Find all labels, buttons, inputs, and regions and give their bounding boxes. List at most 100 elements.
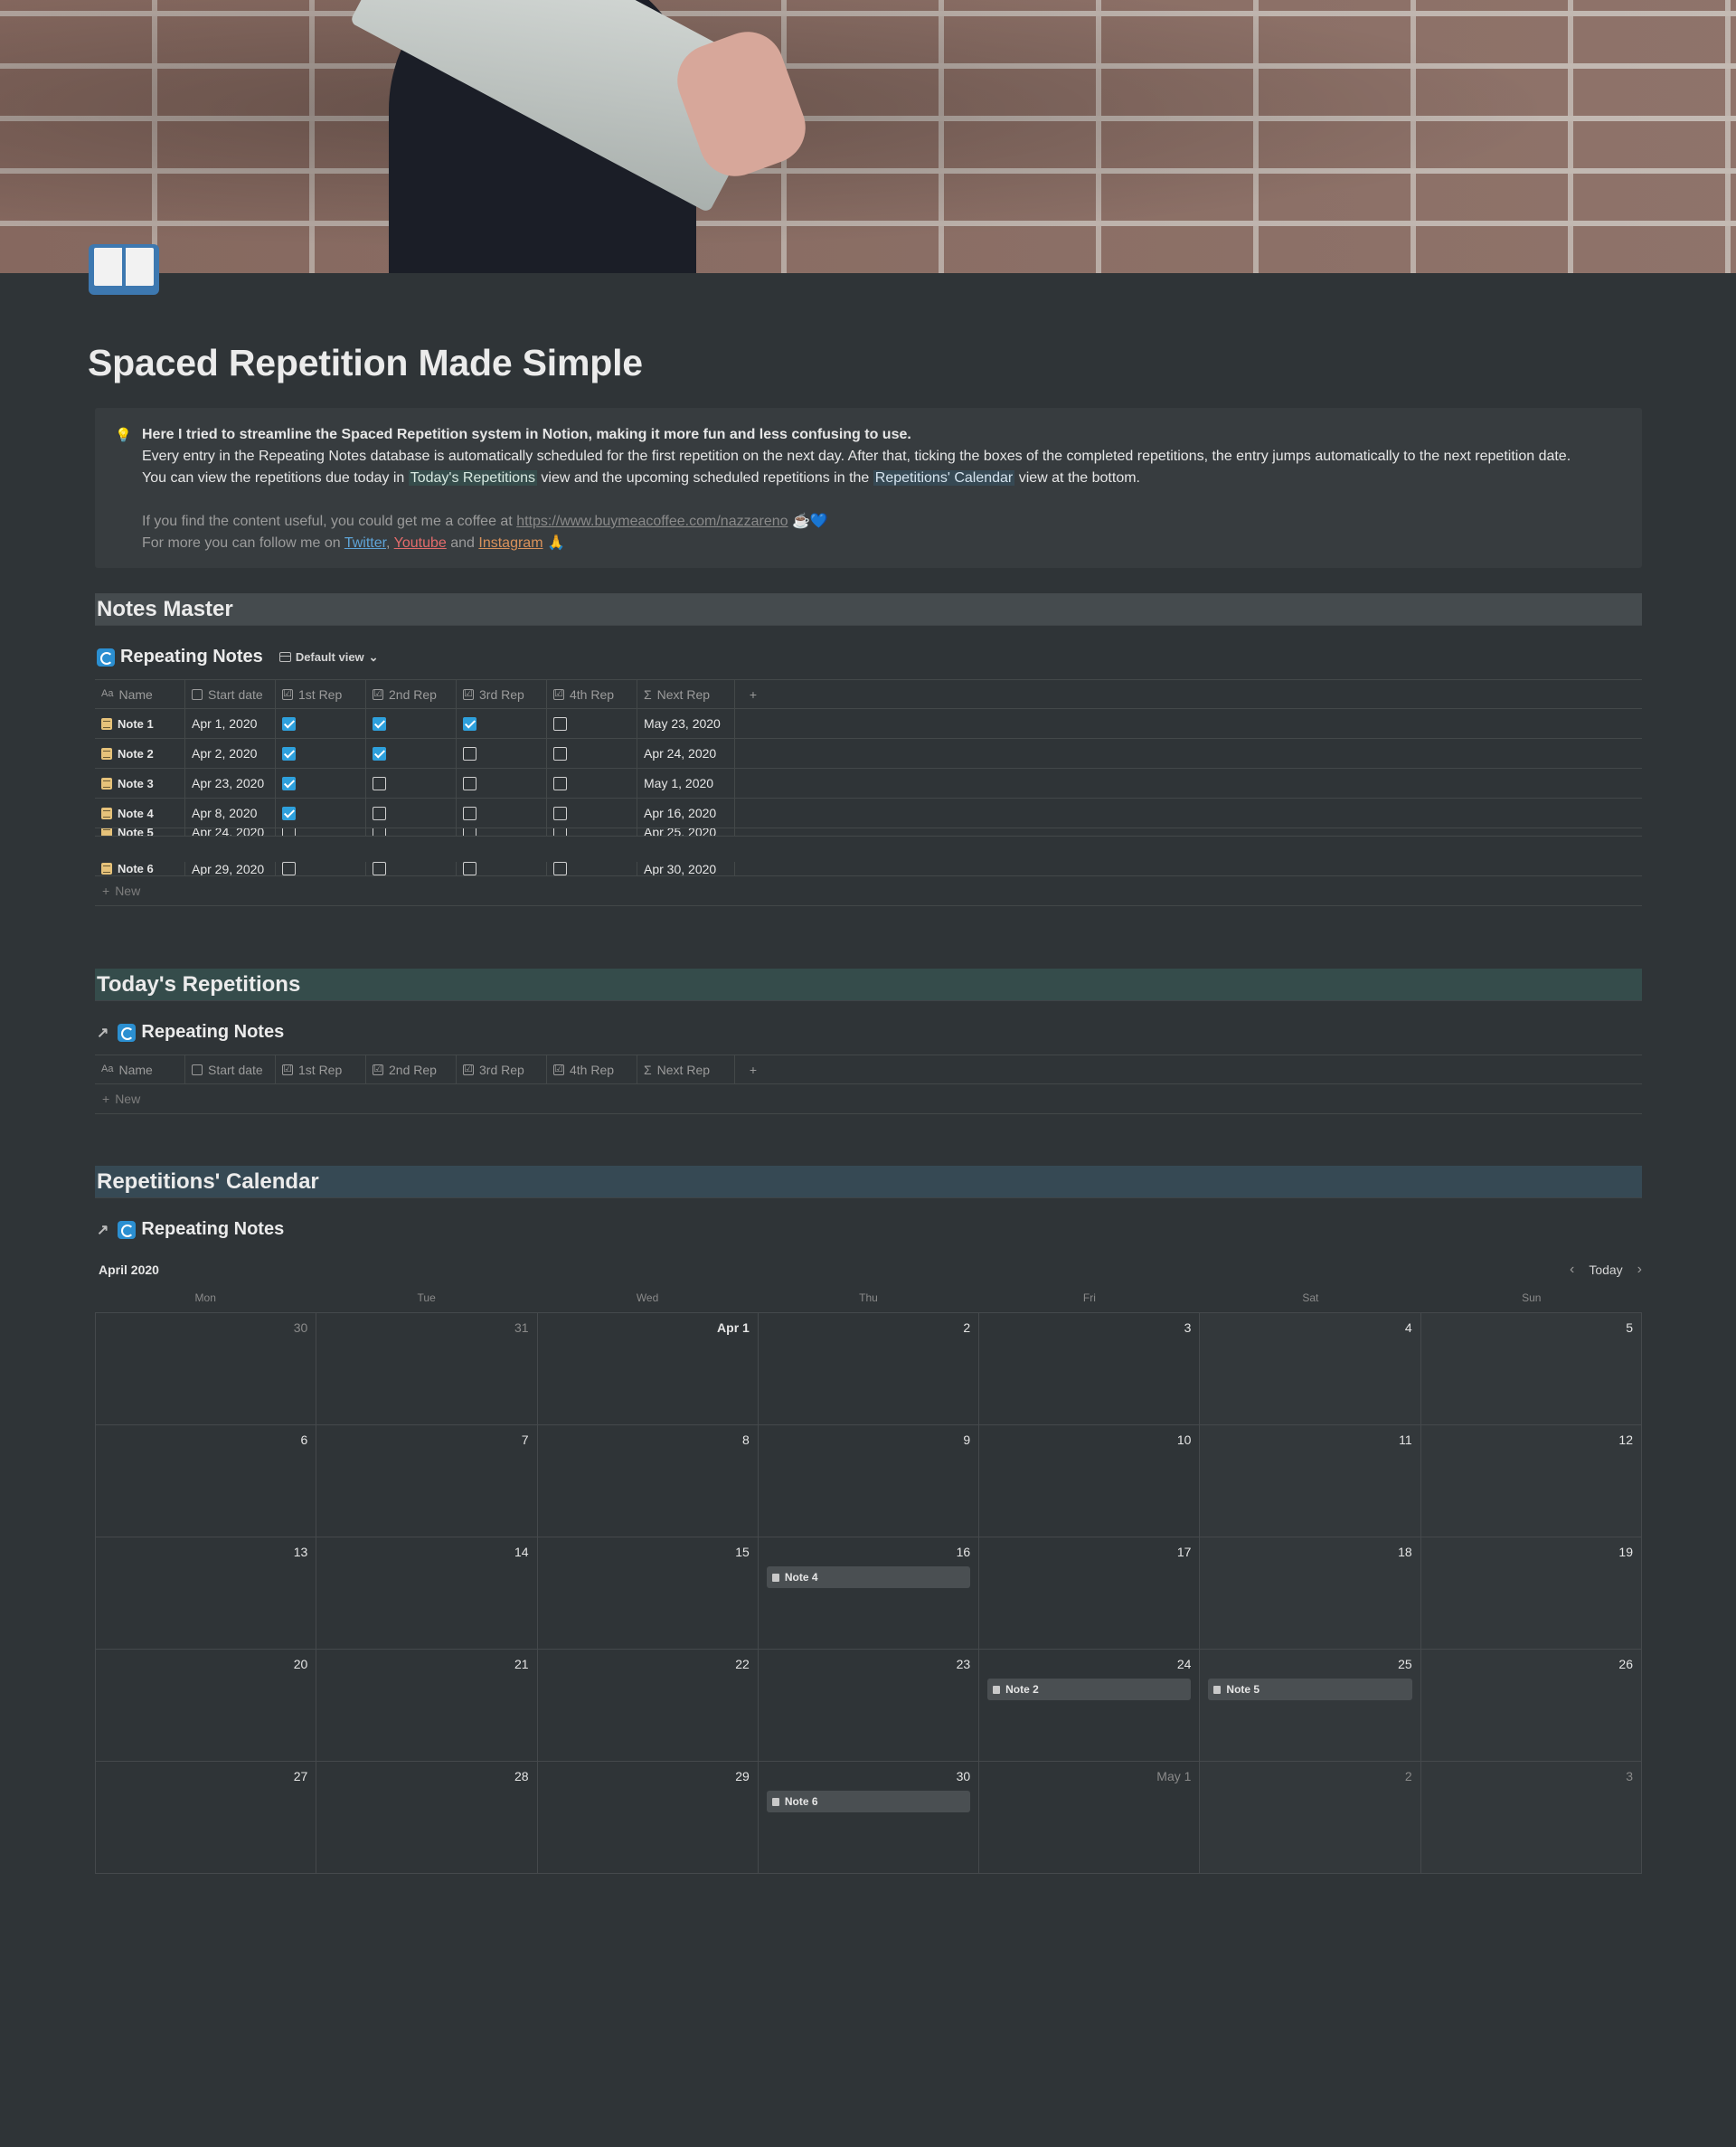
calendar-day[interactable]: 28 (316, 1762, 538, 1874)
row-start-date[interactable]: Apr 1, 2020 (185, 709, 276, 738)
calendar-day[interactable]: 19 (1420, 1537, 1642, 1650)
instagram-link[interactable]: Instagram (478, 535, 542, 551)
col-start-date[interactable]: Start date (185, 680, 276, 708)
calendar-day[interactable]: 11 (1200, 1425, 1421, 1537)
calendar-event[interactable]: Note 4 (766, 1566, 971, 1588)
calendar-day[interactable]: 17 (979, 1537, 1201, 1650)
calendar-event[interactable]: Note 2 (987, 1679, 1192, 1700)
col-start-date[interactable]: Start date (185, 1055, 276, 1083)
col-next-rep[interactable]: Σ Next Rep (637, 1055, 735, 1083)
checkbox[interactable] (282, 806, 296, 820)
calendar-day[interactable]: 4 (1200, 1313, 1421, 1425)
checkbox[interactable] (282, 776, 296, 790)
table-row[interactable]: Note 4 Apr 8, 2020 Apr 16, 2020 (95, 799, 1642, 828)
table-row[interactable]: Note 6 Apr 29, 2020 Apr 30, 2020 (95, 862, 1642, 876)
new-row-button[interactable]: + New (95, 876, 1642, 906)
calendar-day[interactable]: 3 (979, 1313, 1201, 1425)
checkbox[interactable] (463, 746, 476, 761)
calendar-day[interactable]: 10 (979, 1425, 1201, 1537)
table-row[interactable]: Note 1 Apr 1, 2020 May 23, 2020 (95, 709, 1642, 739)
add-property-icon[interactable]: + (735, 1055, 771, 1083)
calendar-day[interactable]: 30 (96, 1313, 317, 1425)
calendar-day[interactable]: 16 Note 4 (758, 1537, 980, 1650)
calendar-day[interactable]: 18 (1200, 1537, 1421, 1650)
checkbox[interactable] (282, 716, 296, 731)
col-1st-rep[interactable]: ☑ 1st Rep (276, 1055, 366, 1083)
checkbox[interactable] (463, 776, 476, 790)
calendar-day[interactable]: 8 (537, 1425, 759, 1537)
row-name[interactable]: Note 6 (95, 862, 185, 875)
calendar-day[interactable]: 3 (1420, 1762, 1642, 1874)
intro-callout[interactable]: 💡 Here I tried to streamline the Spaced … (95, 408, 1642, 568)
calendar-day[interactable]: 24 Note 2 (979, 1650, 1201, 1762)
calendar-day[interactable]: 12 (1420, 1425, 1642, 1537)
table-row[interactable]: Note 2 Apr 2, 2020 Apr 24, 2020 (95, 739, 1642, 769)
checkbox[interactable] (282, 862, 296, 875)
checkbox[interactable] (553, 776, 567, 790)
chevron-right-icon[interactable]: › (1637, 1262, 1642, 1278)
open-book-icon[interactable] (89, 244, 159, 297)
calendar-day[interactable]: 7 (316, 1425, 538, 1537)
chevron-left-icon[interactable]: ‹ (1570, 1262, 1574, 1278)
default-view-button[interactable]: Default view ⌄ (278, 650, 379, 665)
calendar-day[interactable]: 21 (316, 1650, 538, 1762)
row-start-date[interactable]: Apr 23, 2020 (185, 769, 276, 798)
calendar-day[interactable]: 23 (758, 1650, 980, 1762)
col-3rd-rep[interactable]: ☑ 3rd Rep (457, 1055, 547, 1083)
checkbox[interactable] (373, 806, 386, 820)
checkbox[interactable] (373, 828, 386, 836)
col-2nd-rep[interactable]: ☑ 2nd Rep (366, 680, 457, 708)
col-2nd-rep[interactable]: ☑ 2nd Rep (366, 1055, 457, 1083)
db-title-today[interactable]: ↗ Repeating Notes (97, 1022, 284, 1043)
calendar-day[interactable]: Apr 1 (537, 1313, 759, 1425)
add-property-icon[interactable]: + (735, 680, 771, 708)
calendar-event[interactable]: Note 6 (766, 1791, 971, 1812)
col-name[interactable]: Aa Name (95, 680, 185, 708)
youtube-link[interactable]: Youtube (394, 535, 447, 551)
checkbox[interactable] (553, 828, 567, 836)
calendar-day[interactable]: 6 (96, 1425, 317, 1537)
today-button[interactable]: Today (1589, 1263, 1622, 1277)
col-4th-rep[interactable]: ☑ 4th Rep (547, 1055, 637, 1083)
calendar-day[interactable]: 22 (537, 1650, 759, 1762)
row-start-date[interactable]: Apr 24, 2020 (185, 828, 276, 836)
col-4th-rep[interactable]: ☑ 4th Rep (547, 680, 637, 708)
table-row[interactable]: Note 5 Apr 24, 2020 Apr 25, 2020 (95, 828, 1642, 837)
row-name[interactable]: Note 4 (95, 799, 185, 828)
checkbox[interactable] (553, 746, 567, 761)
row-start-date[interactable]: Apr 8, 2020 (185, 799, 276, 828)
row-name[interactable]: Note 2 (95, 739, 185, 768)
new-row-button[interactable]: + New (95, 1084, 1642, 1114)
calendar-day[interactable]: 26 (1420, 1650, 1642, 1762)
checkbox[interactable] (463, 828, 476, 836)
calendar-day[interactable]: 25 Note 5 (1200, 1650, 1421, 1762)
checkbox[interactable] (553, 806, 567, 820)
calendar-event[interactable]: Note 5 (1208, 1679, 1412, 1700)
row-start-date[interactable]: Apr 29, 2020 (185, 862, 276, 875)
checkbox[interactable] (553, 862, 567, 875)
calendar-day[interactable]: 13 (96, 1537, 317, 1650)
checkbox[interactable] (463, 806, 476, 820)
row-start-date[interactable]: Apr 2, 2020 (185, 739, 276, 768)
checkbox[interactable] (282, 746, 296, 761)
calendar-day[interactable]: 5 (1420, 1313, 1642, 1425)
calendar-day[interactable]: 2 (758, 1313, 980, 1425)
row-name[interactable]: Note 3 (95, 769, 185, 798)
calendar-day[interactable]: 9 (758, 1425, 980, 1537)
checkbox[interactable] (373, 862, 386, 875)
buymeacoffee-link[interactable]: https://www.buymeacoffee.com/nazzareno (516, 514, 788, 529)
row-name[interactable]: Note 5 (95, 828, 185, 836)
db-title-calendar[interactable]: ↗ Repeating Notes (97, 1219, 284, 1240)
checkbox[interactable] (373, 746, 386, 761)
page-title[interactable]: Spaced Repetition Made Simple (88, 342, 643, 384)
table-row[interactable]: Note 3 Apr 23, 2020 May 1, 2020 (95, 769, 1642, 799)
db-title-notes-master[interactable]: Repeating Notes Default view ⌄ (97, 647, 379, 667)
calendar-day[interactable]: 31 (316, 1313, 538, 1425)
col-3rd-rep[interactable]: ☑ 3rd Rep (457, 680, 547, 708)
checkbox[interactable] (463, 862, 476, 875)
checkbox[interactable] (373, 716, 386, 731)
twitter-link[interactable]: Twitter (344, 535, 386, 551)
checkbox[interactable] (373, 776, 386, 790)
todays-repetitions-link[interactable]: Today's Repetitions (408, 470, 537, 486)
row-name[interactable]: Note 1 (95, 709, 185, 738)
